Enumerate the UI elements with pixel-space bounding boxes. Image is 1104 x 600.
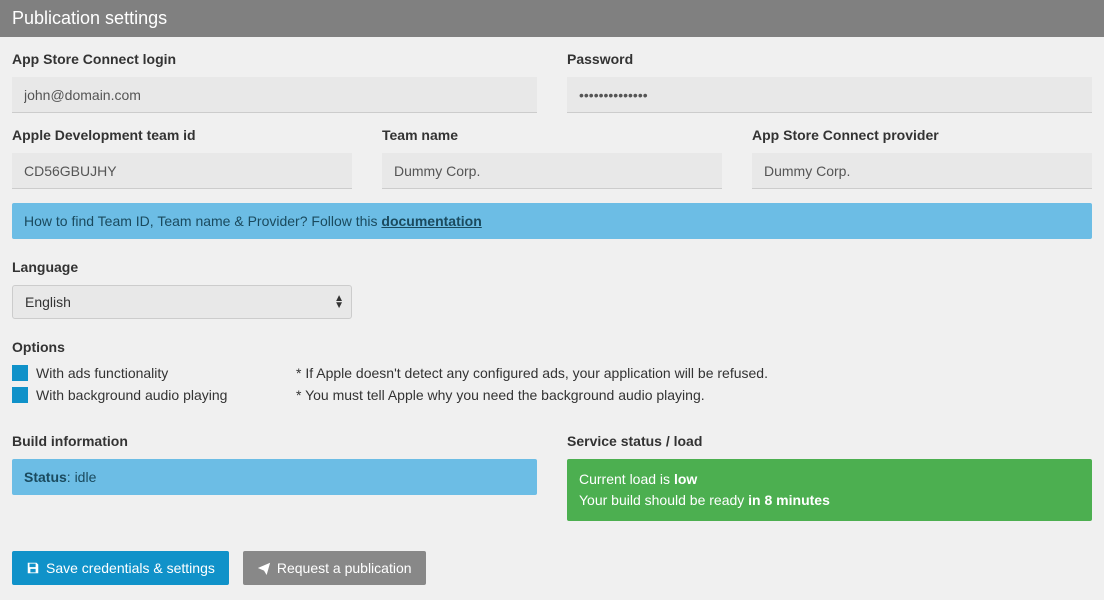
ads-option-note: * If Apple doesn't detect any configured… <box>296 365 768 381</box>
info-banner-text: How to find Team ID, Team name & Provide… <box>24 213 381 229</box>
request-button-label: Request a publication <box>277 560 412 576</box>
audio-option-label: With background audio playing <box>36 387 296 403</box>
options-heading: Options <box>12 339 1092 355</box>
send-icon <box>257 561 271 575</box>
save-button-label: Save credentials & settings <box>46 560 215 576</box>
page-title: Publication settings <box>12 8 167 28</box>
team-id-label: Apple Development team id <box>12 127 352 143</box>
load-value: low <box>674 471 697 487</box>
status-value: : idle <box>67 469 97 485</box>
language-label: Language <box>12 259 1092 275</box>
request-button[interactable]: Request a publication <box>243 551 426 585</box>
login-label: App Store Connect login <box>12 51 537 67</box>
page-header: Publication settings <box>0 0 1104 37</box>
login-input[interactable] <box>12 77 537 113</box>
password-label: Password <box>567 51 1092 67</box>
main-content: App Store Connect login Password Apple D… <box>0 37 1104 599</box>
audio-option-note: * You must tell Apple why you need the b… <box>296 387 705 403</box>
load-text: Current load is <box>579 471 674 487</box>
build-heading: Build information <box>12 433 537 449</box>
service-status-box: Current load is low Your build should be… <box>567 459 1092 521</box>
status-label: Status <box>24 469 67 485</box>
save-icon <box>26 561 40 575</box>
provider-label: App Store Connect provider <box>752 127 1092 143</box>
service-heading: Service status / load <box>567 433 1092 449</box>
eta-text: Your build should be ready <box>579 492 748 508</box>
team-id-input[interactable] <box>12 153 352 189</box>
provider-input[interactable] <box>752 153 1092 189</box>
ads-checkbox[interactable] <box>12 365 28 381</box>
build-status-box: Status: idle <box>12 459 537 495</box>
password-input[interactable] <box>567 77 1092 113</box>
audio-checkbox[interactable] <box>12 387 28 403</box>
eta-value: in 8 minutes <box>748 492 830 508</box>
team-name-label: Team name <box>382 127 722 143</box>
documentation-link[interactable]: documentation <box>381 213 481 229</box>
info-banner: How to find Team ID, Team name & Provide… <box>12 203 1092 239</box>
ads-option-label: With ads functionality <box>36 365 296 381</box>
team-name-input[interactable] <box>382 153 722 189</box>
save-button[interactable]: Save credentials & settings <box>12 551 229 585</box>
language-select[interactable]: English <box>12 285 352 319</box>
